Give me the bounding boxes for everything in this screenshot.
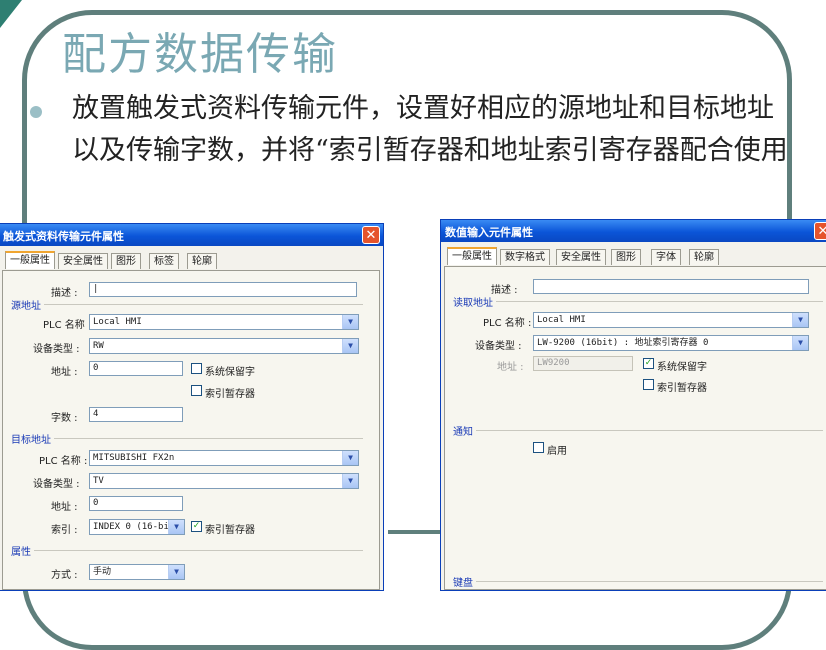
chevron-down-icon[interactable]: ▼ (342, 451, 358, 465)
mode-label: 方式 : (51, 570, 78, 581)
corner-accent (0, 0, 22, 28)
source-plc-select[interactable]: Local HMI ▼ (89, 314, 359, 330)
target-index-label: 索引 : (51, 525, 78, 536)
read-address-group: 读取地址 (453, 294, 823, 309)
right-dialog-title: 数值输入元件属性 (445, 226, 533, 239)
left-dialog-titlebar[interactable]: 触发式资料传输元件属性 ✕ (0, 224, 383, 246)
read-group-title: 读取地址 (453, 294, 496, 309)
numeric-input-dialog: 数值输入元件属性 ✕ 一般属性 数字格式 安全属性 图形 字体 轮廓 描述 : … (440, 219, 826, 591)
mode-select[interactable]: 手动 ▼ (89, 564, 185, 580)
tab-security[interactable]: 安全属性 (556, 249, 606, 265)
read-plc-value: Local HMI (537, 315, 586, 325)
target-group-title: 目标地址 (11, 431, 54, 446)
tab-graphic[interactable]: 图形 (611, 249, 641, 265)
target-index-select[interactable]: INDEX 0 (16-bi ▼ (89, 519, 185, 535)
read-plc-select[interactable]: Local HMI ▼ (533, 312, 809, 328)
target-plc-select[interactable]: MITSUBISHI FX2n ▼ (89, 450, 359, 466)
target-device-value: TV (93, 476, 104, 486)
trigger-transfer-dialog: 触发式资料传输元件属性 ✕ 一般属性 安全属性 图形 标签 轮廓 描述 : | … (0, 223, 384, 591)
tab-graphic[interactable]: 图形 (111, 253, 141, 269)
chevron-down-icon[interactable]: ▼ (168, 565, 184, 579)
read-sys-reserved-checkbox[interactable]: ✓ (643, 358, 654, 369)
tab-label[interactable]: 标签 (149, 253, 179, 269)
read-plc-label: PLC 名称 : (483, 318, 532, 329)
source-plc-value: Local HMI (93, 317, 142, 327)
source-index-reg-label: 索引暂存器 (205, 389, 255, 400)
source-device-value: RW (93, 341, 104, 351)
desc-label: 描述 : (51, 288, 78, 299)
tab-outline[interactable]: 轮廓 (187, 253, 217, 269)
chevron-down-icon[interactable]: ▼ (792, 313, 808, 327)
target-device-select[interactable]: TV ▼ (89, 473, 359, 489)
read-sys-reserved-label: 系统保留字 (657, 362, 707, 373)
chevron-down-icon[interactable]: ▼ (342, 474, 358, 488)
chevron-down-icon[interactable]: ▼ (342, 315, 358, 329)
notify-enable-checkbox[interactable] (533, 442, 544, 453)
target-index-reg-checkbox[interactable]: ✓ (191, 521, 202, 532)
attribute-group: 属性 (11, 543, 363, 558)
right-dialog-titlebar[interactable]: 数值输入元件属性 ✕ (441, 220, 826, 242)
source-addr-input[interactable]: 0 (89, 361, 183, 376)
left-dialog-title: 触发式资料传输元件属性 (3, 230, 124, 243)
source-group-title: 源地址 (11, 297, 44, 312)
close-icon[interactable]: ✕ (362, 226, 380, 244)
tab-outline[interactable]: 轮廓 (689, 249, 719, 265)
tab-font[interactable]: 字体 (651, 249, 681, 265)
target-device-label: 设备类型 : (33, 479, 80, 490)
target-addr-input[interactable]: 0 (89, 496, 183, 511)
read-index-reg-label: 索引暂存器 (657, 383, 707, 394)
source-plc-label: PLC 名称 : (43, 320, 92, 331)
target-address-group: 目标地址 (11, 431, 363, 446)
desc-input[interactable]: | (89, 282, 357, 297)
mode-value: 手动 (93, 567, 112, 577)
tab-general[interactable]: 一般属性 (447, 247, 497, 265)
read-device-select[interactable]: LW-9200 (16bit) : 地址索引寄存器 0 ▼ (533, 335, 809, 351)
slide-title: 配方数据传输 (62, 29, 338, 80)
sys-reserved-checkbox[interactable] (191, 363, 202, 374)
notify-group: 通知 (453, 423, 823, 438)
bullet-icon (30, 106, 42, 118)
notify-group-title: 通知 (453, 423, 476, 438)
left-general-panel: 描述 : | 源地址 PLC 名称 : Local HMI ▼ 设备类型 : R… (2, 270, 380, 590)
source-device-label: 设备类型 : (33, 344, 80, 355)
source-device-select[interactable]: RW ▼ (89, 338, 359, 354)
read-device-label: 设备类型 : (475, 341, 522, 352)
words-input[interactable]: 4 (89, 407, 183, 422)
source-index-reg-checkbox[interactable] (191, 385, 202, 396)
tab-number-format[interactable]: 数字格式 (500, 249, 550, 265)
read-addr-label: 地址 : (497, 362, 524, 373)
close-icon[interactable]: ✕ (814, 222, 826, 240)
read-device-value: LW-9200 (16bit) : 地址索引寄存器 0 (537, 338, 709, 348)
target-index-reg-label: 索引暂存器 (205, 525, 255, 536)
target-plc-value: MITSUBISHI FX2n (93, 453, 175, 463)
keyboard-group: 键盘 (453, 574, 823, 589)
desc-input[interactable] (533, 279, 809, 294)
source-addr-label: 地址 : (51, 367, 78, 378)
tab-general[interactable]: 一般属性 (5, 251, 55, 269)
chevron-down-icon[interactable]: ▼ (342, 339, 358, 353)
read-index-reg-checkbox[interactable] (643, 379, 654, 390)
sys-reserved-label: 系统保留字 (205, 367, 255, 378)
chevron-down-icon[interactable]: ▼ (792, 336, 808, 350)
chevron-down-icon[interactable]: ▼ (168, 520, 184, 534)
read-addr-input[interactable]: LW9200 (533, 356, 633, 371)
keyboard-group-title: 键盘 (453, 574, 476, 589)
bullet-text: 放置触发式资料传输元件，设置好相应的源地址和目标地址以及传输字数，并将“索引暂存… (72, 93, 788, 166)
notify-enable-label: 启用 (547, 446, 567, 457)
words-label: 字数 : (51, 413, 78, 424)
target-plc-label: PLC 名称 : (39, 456, 88, 467)
target-index-value: INDEX 0 (16-bi (93, 522, 169, 532)
attribute-group-title: 属性 (11, 543, 34, 558)
tab-security[interactable]: 安全属性 (58, 253, 108, 269)
source-address-group: 源地址 (11, 297, 363, 312)
target-addr-label: 地址 : (51, 502, 78, 513)
right-general-panel: 描述 : 读取地址 PLC 名称 : Local HMI ▼ 设备类型 : LW… (444, 266, 826, 590)
